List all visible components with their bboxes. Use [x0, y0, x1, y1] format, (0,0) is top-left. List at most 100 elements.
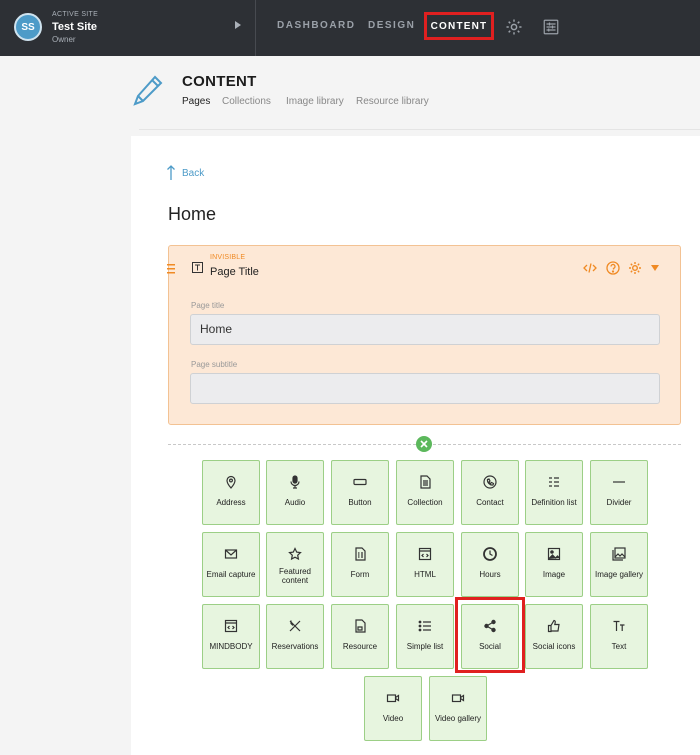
site-switcher[interactable]: SS ACTIVE SITE Test Site Owner [0, 0, 256, 56]
subnav-collections[interactable]: Collections [222, 96, 271, 107]
site-expand-caret-icon[interactable] [235, 21, 241, 29]
site-role: Owner [52, 35, 76, 44]
block-tile-label: Address [216, 498, 246, 507]
page-subtitle-label: Page subtitle [191, 360, 238, 369]
definition-list-icon [549, 477, 559, 487]
block-settings-gear-icon[interactable] [628, 261, 642, 275]
block-tile-video-gallery[interactable]: Video gallery [429, 676, 487, 741]
block-tile-social-icons[interactable]: Social icons [525, 604, 583, 669]
subnav-resource-library[interactable]: Resource library [356, 96, 429, 107]
image-icon [547, 547, 561, 561]
panel-edge [139, 129, 700, 136]
block-tile-label: Reservations [271, 642, 319, 651]
page-title-label: Page title [191, 301, 225, 310]
block-title: Page Title [210, 266, 259, 278]
subnav-image-library[interactable]: Image library [286, 96, 344, 107]
back-link[interactable]: Back [182, 168, 204, 179]
block-collapse-caret-icon[interactable] [651, 265, 659, 271]
block-tile-label: MINDBODY [209, 642, 253, 651]
list-icon [418, 620, 431, 632]
video-camera-icon [386, 694, 400, 703]
block-tile-label: Button [348, 498, 372, 507]
settings-gear-icon[interactable] [505, 18, 523, 36]
clock-icon [483, 547, 497, 561]
block-tile-definition-list[interactable]: Definition list [525, 460, 583, 525]
block-tile-label: Featured content [278, 567, 312, 585]
drag-handle-icon[interactable] [167, 264, 175, 274]
site-name: Test Site [52, 21, 98, 33]
active-site-label: ACTIVE SITE [52, 11, 99, 18]
star-icon [288, 547, 302, 561]
nav-tab-content[interactable]: CONTENT [424, 12, 494, 40]
block-tile-label: Video [382, 714, 404, 723]
block-tile-label: Email capture [206, 570, 256, 579]
social-tile-highlight [455, 597, 525, 673]
block-tile-label: Image gallery [594, 570, 644, 579]
block-tile-simple-list[interactable]: Simple list [396, 604, 454, 669]
block-tile-label: Hours [479, 570, 501, 579]
nav-tab-design[interactable]: DESIGN [368, 20, 415, 31]
block-tile-reservations[interactable]: Reservations [266, 604, 324, 669]
block-tile-label: Text [611, 642, 627, 651]
block-tile-label: Form [350, 570, 370, 579]
top-bar: SS ACTIVE SITE Test Site Owner DASHBOARD… [0, 0, 700, 56]
block-tile-email-capture[interactable]: Email capture [202, 532, 260, 597]
image-gallery-icon [612, 547, 626, 561]
pencil-icon [133, 75, 163, 106]
close-x-icon [420, 440, 428, 448]
block-tile-form[interactable]: Form [331, 532, 389, 597]
block-tile-video[interactable]: Video [364, 676, 422, 741]
block-tile-label: Social icons [532, 642, 576, 651]
block-tile-divider[interactable]: Divider [590, 460, 648, 525]
block-tile-image-gallery[interactable]: Image gallery [590, 532, 648, 597]
block-tile-contact[interactable]: Contact [461, 460, 519, 525]
block-tile-hours[interactable]: Hours [461, 532, 519, 597]
code-icon[interactable] [583, 261, 597, 275]
mindbody-icon [224, 619, 238, 633]
block-tile-image[interactable]: Image [525, 532, 583, 597]
block-tile-collection[interactable]: Collection [396, 460, 454, 525]
envelope-icon [224, 549, 238, 559]
button-icon [353, 478, 367, 486]
block-tile-mindbody[interactable]: MINDBODY [202, 604, 260, 669]
block-tile-audio[interactable]: Audio [266, 460, 324, 525]
html-code-icon [418, 547, 432, 561]
add-block-button[interactable] [416, 436, 432, 452]
page-title-input[interactable]: Home [190, 314, 660, 345]
block-tile-label: Resource [342, 642, 378, 651]
block-tile-featured-content[interactable]: Featured content [266, 532, 324, 597]
block-tile-label: Definition list [531, 498, 577, 507]
text-icon [613, 620, 625, 631]
block-tile-text[interactable]: Text [590, 604, 648, 669]
block-tile-label: Collection [407, 498, 443, 507]
block-tile-label: HTML [414, 570, 436, 579]
map-pin-icon [226, 475, 236, 489]
block-tile-html[interactable]: HTML [396, 532, 454, 597]
fork-knife-icon [289, 620, 301, 632]
block-tile-resource[interactable]: Resource [331, 604, 389, 669]
block-tile-button[interactable]: Button [331, 460, 389, 525]
block-tile-label: Image [542, 570, 566, 579]
help-icon[interactable] [606, 261, 620, 275]
site-avatar: SS [14, 13, 42, 41]
thumbs-up-icon [547, 619, 560, 633]
block-tile-label: Audio [284, 498, 306, 507]
block-tile-label: Divider [606, 498, 632, 507]
video-gallery-icon [451, 694, 465, 703]
page-subtitle-input[interactable] [190, 373, 660, 404]
page-title-block[interactable]: INVISIBLE Page Title Page title Home Pag… [167, 245, 681, 425]
page-heading: Home [168, 204, 217, 224]
phone-icon [483, 475, 497, 489]
nav-tab-dashboard[interactable]: DASHBOARD [277, 20, 356, 31]
block-tile-address[interactable]: Address [202, 460, 260, 525]
site-list-icon[interactable] [542, 18, 560, 36]
text-block-icon [192, 262, 203, 273]
subnav-pages[interactable]: Pages [182, 96, 210, 107]
page-section-title: CONTENT [182, 73, 257, 90]
divider-line-icon [613, 481, 625, 483]
form-icon [355, 547, 366, 561]
back-arrow-icon[interactable] [166, 164, 176, 180]
block-tile-label: Video gallery [434, 714, 482, 723]
resource-file-icon [355, 619, 366, 633]
microphone-icon [290, 475, 300, 489]
